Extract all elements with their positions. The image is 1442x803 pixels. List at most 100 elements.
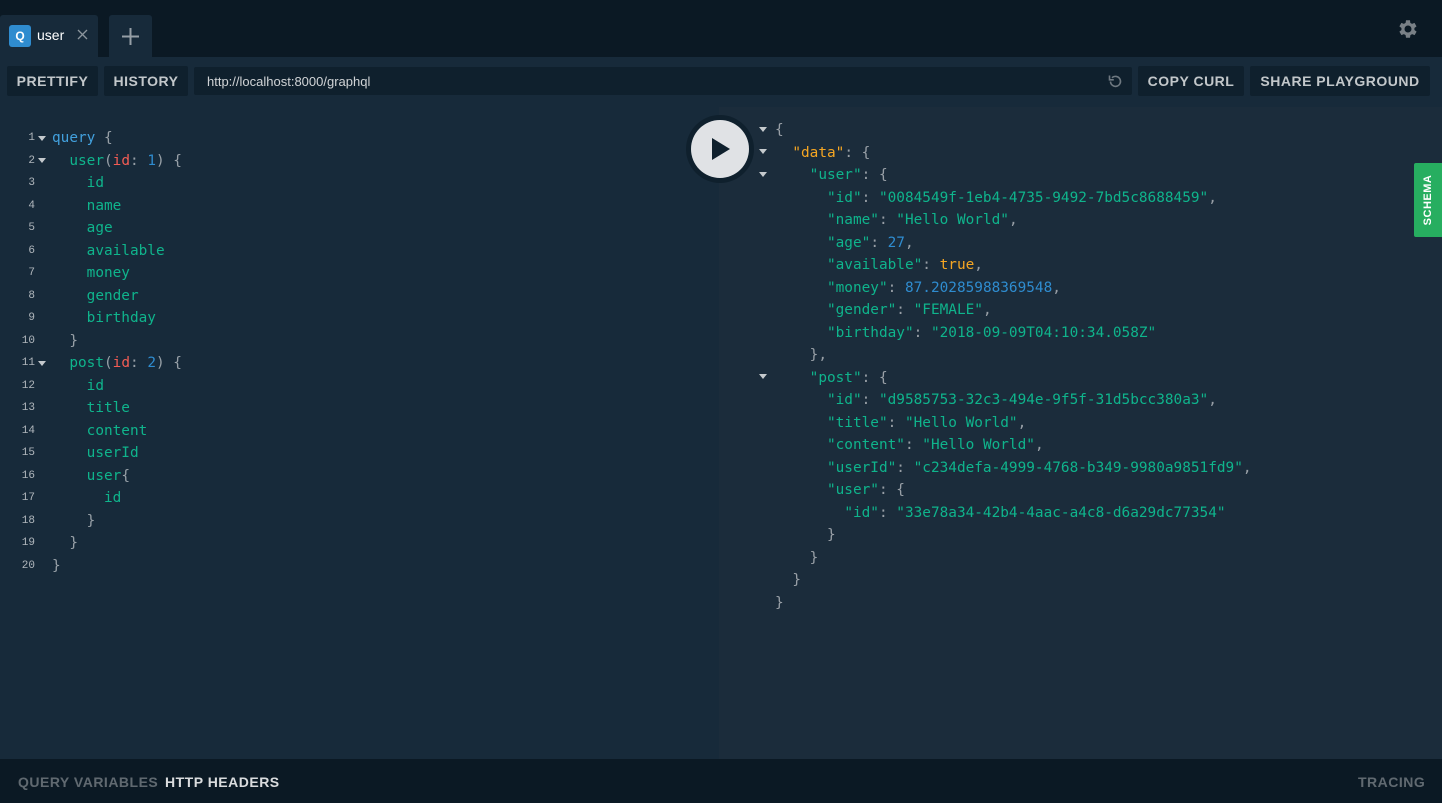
result-key: "age" (826, 234, 871, 251)
line-number: 20 (21, 559, 35, 572)
bottom-drawer: QUERY VARIABLES HTTP HEADERS TRACING (0, 759, 1442, 803)
result-value: "2018-09-09T04:10:34.058Z" (930, 324, 1157, 341)
query-field: id (103, 490, 122, 506)
query-field: name (86, 197, 122, 214)
result-key: "birthday" (826, 324, 914, 341)
plus-icon (122, 28, 139, 45)
line-number: 14 (21, 424, 35, 437)
query-field: birthday (86, 310, 156, 326)
line-number: 8 (28, 289, 35, 302)
result-viewer[interactable]: { "data": { "user": { "id": "0084549f-1e… (719, 107, 1442, 759)
result-key: "content" (826, 437, 905, 453)
result-value: "FEMALE" (913, 302, 983, 318)
query-argument: id (112, 152, 130, 169)
result-key: "money" (826, 279, 888, 296)
result-value: "Hello World" (896, 212, 1009, 228)
query-argument-value: 1 (147, 152, 156, 169)
line-number: 1 (28, 132, 35, 144)
line-number: 5 (28, 222, 35, 234)
query-field: post (69, 355, 104, 371)
http-headers-tab[interactable]: HTTP HEADERS (165, 774, 280, 790)
add-tab-button[interactable] (109, 15, 152, 57)
line-number: 12 (21, 379, 35, 392)
fold-arrow-icon[interactable] (38, 136, 46, 142)
line-number: 11 (21, 357, 35, 369)
line-number: 6 (28, 244, 35, 257)
history-button[interactable]: HISTORY (104, 66, 188, 96)
line-number: 7 (28, 267, 35, 279)
result-key: "user" (826, 482, 879, 498)
tab-bar: Q user (0, 0, 1442, 57)
execute-query-button[interactable] (686, 115, 754, 183)
fold-arrow-icon[interactable] (759, 374, 767, 380)
result-value: true (939, 257, 975, 273)
result-value: 87.20285988369548 (904, 279, 1053, 296)
result-key: "user" (809, 167, 862, 183)
line-number: 9 (28, 312, 35, 324)
query-argument-value: 2 (147, 355, 156, 371)
result-key: "data" (792, 144, 845, 161)
result-key: "id" (826, 392, 862, 408)
query-field: id (86, 175, 104, 191)
result-key: "gender" (826, 302, 897, 318)
tracing-tab[interactable]: TRACING (1358, 774, 1425, 790)
query-keyword: query (52, 130, 96, 146)
close-icon[interactable] (76, 28, 89, 41)
fold-arrow-icon[interactable] (759, 149, 767, 155)
tab-user[interactable]: Q user (0, 15, 98, 57)
line-number-gutter: 1 2 3 4 5 6 7 8 9 10 11 12 13 14 15 16 1… (0, 127, 35, 577)
query-field: money (86, 265, 130, 281)
query-code[interactable]: query { user(id: 1) { id name age availa… (52, 127, 182, 577)
line-number: 2 (28, 154, 35, 167)
result-value: "Hello World" (904, 414, 1018, 431)
query-field: id (86, 377, 104, 394)
result-value: "0084549f-1eb4-4735-9492-7bd5c8688459" (878, 189, 1209, 206)
result-key: "id" (826, 189, 862, 206)
schema-tab[interactable]: SCHEMA (1414, 163, 1442, 237)
copy-curl-button[interactable]: COPY CURL (1138, 66, 1244, 96)
endpoint-url-input[interactable]: http://localhost:8000/graphql (194, 67, 1132, 95)
line-number: 17 (21, 492, 35, 504)
query-field: content (86, 422, 148, 439)
result-key: "available" (826, 257, 923, 273)
fold-arrow-icon[interactable] (38, 158, 46, 164)
prettify-button[interactable]: PRETTIFY (7, 66, 98, 96)
fold-arrow-icon[interactable] (38, 361, 46, 367)
result-key: "id" (844, 504, 879, 521)
execute-query-button-face[interactable] (691, 120, 749, 178)
tab-query-badge: Q (9, 25, 31, 47)
share-playground-button[interactable]: SHARE PLAYGROUND (1250, 66, 1430, 96)
result-value: "d9585753-32c3-494e-9f5f-31d5bcc380a3" (878, 392, 1209, 408)
query-argument: id (112, 355, 130, 371)
query-field: user (69, 152, 104, 169)
result-value: "Hello World" (922, 437, 1035, 453)
play-icon (712, 138, 730, 160)
result-json: { "data": { "user": { "id": "0084549f-1e… (775, 122, 1252, 611)
line-number: 4 (28, 199, 35, 212)
line-number: 16 (21, 469, 35, 482)
result-key: "title" (826, 414, 888, 431)
fold-arrow-icon[interactable] (759, 127, 767, 133)
line-number: 3 (28, 177, 35, 189)
toolbar: PRETTIFY HISTORY http://localhost:8000/g… (0, 57, 1442, 107)
query-field: userId (86, 445, 139, 461)
query-variables-tab[interactable]: QUERY VARIABLES (18, 774, 158, 790)
result-key: "name" (826, 212, 879, 228)
result-key: "userId" (826, 459, 897, 476)
gear-icon[interactable] (1396, 17, 1420, 41)
line-number: 18 (21, 514, 35, 527)
fold-arrow-icon[interactable] (759, 172, 767, 178)
tab-title: user (37, 27, 65, 43)
line-number: 19 (21, 537, 35, 549)
line-number: 13 (21, 402, 35, 414)
schema-tab-label: SCHEMA (1422, 174, 1434, 226)
query-field: available (86, 242, 165, 259)
query-editor[interactable]: 1 2 3 4 5 6 7 8 9 10 11 12 13 14 15 16 1… (0, 107, 719, 759)
query-field: title (86, 400, 130, 416)
result-value: "33e78a34-42b4-4aac-a4c8-d6a29dc77354" (896, 504, 1226, 521)
line-number: 15 (21, 447, 35, 459)
query-field: user (86, 467, 122, 484)
reload-icon[interactable] (1107, 73, 1124, 90)
query-field: age (86, 220, 113, 236)
query-field: gender (86, 287, 139, 304)
